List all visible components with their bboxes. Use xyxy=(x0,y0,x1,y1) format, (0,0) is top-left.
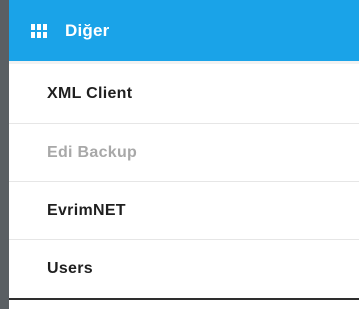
menu-item-label: XML Client xyxy=(47,84,133,102)
sidebar-edge xyxy=(0,0,9,309)
other-menu-panel: Diğer XML Client Edi Backup EvrimNET Use… xyxy=(9,0,359,309)
menu-item-label: EvrimNET xyxy=(47,201,126,219)
menu-list: XML Client Edi Backup EvrimNET Users xyxy=(9,64,359,300)
menu-item-label: Users xyxy=(47,260,93,277)
menu-item-label: Edi Backup xyxy=(47,143,138,161)
menu-item-evrimnet[interactable]: EvrimNET xyxy=(9,182,359,240)
grid-icon xyxy=(31,23,47,38)
panel-title: Diğer xyxy=(65,20,110,40)
screen: Diğer XML Client Edi Backup EvrimNET Use… xyxy=(0,0,359,309)
menu-item-edi-backup: Edi Backup xyxy=(9,124,359,182)
panel-header: Diğer xyxy=(9,0,359,64)
menu-item-users[interactable]: Users xyxy=(9,240,359,300)
menu-item-xml-client[interactable]: XML Client xyxy=(9,64,359,124)
